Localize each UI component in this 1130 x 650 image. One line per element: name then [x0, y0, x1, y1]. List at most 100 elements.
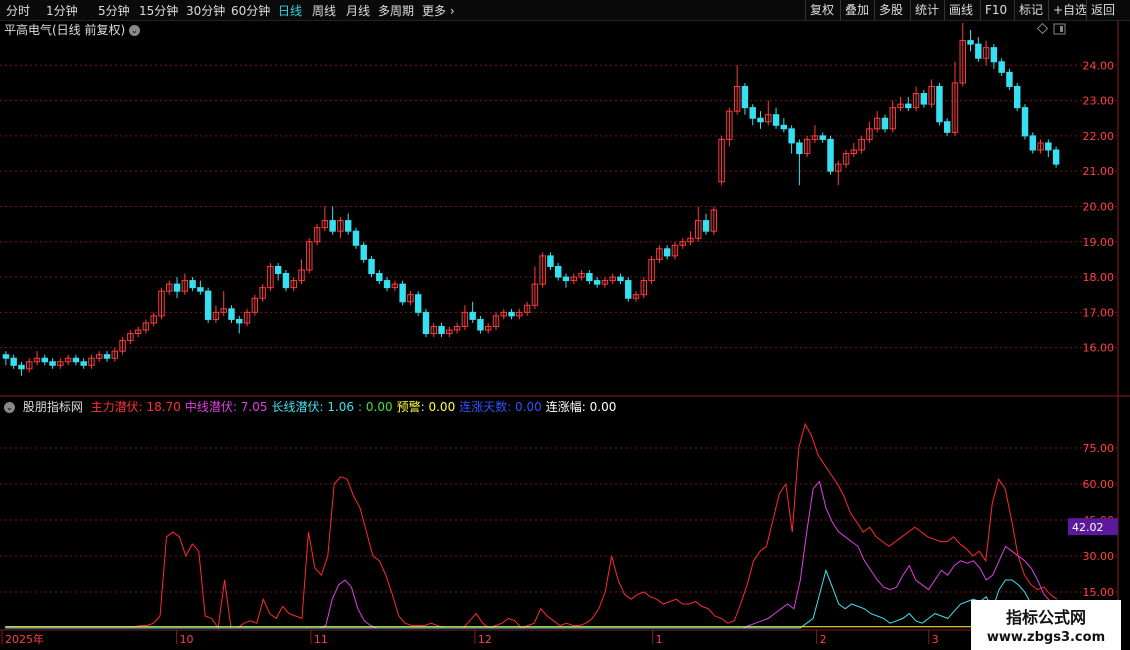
candle-down — [103, 354, 111, 359]
candle-down — [282, 273, 290, 289]
watermark-url: www.zbgs3.com — [986, 630, 1106, 645]
candle-down — [749, 107, 756, 119]
price-tick-label: 16.00 — [1083, 342, 1115, 355]
indicator-value-item: : 0.00 — [358, 400, 393, 414]
indicator-tick-label: 15.00 — [1083, 586, 1115, 599]
diamond-icon[interactable] — [1036, 22, 1049, 35]
candle-down — [469, 311, 476, 320]
candle-down — [80, 361, 87, 366]
indicator-value-item: 预警: 0.00 — [396, 400, 456, 414]
watermark-title: 指标公式网 — [1005, 608, 1086, 627]
candle-down — [477, 318, 484, 331]
candle-down — [547, 255, 554, 267]
time-axis-label: 2025年 — [5, 632, 44, 646]
candle-down — [2, 354, 10, 359]
candle-down — [827, 138, 834, 172]
candle-down — [41, 357, 49, 363]
mid-term-line — [5, 480, 1058, 629]
candle-down — [360, 244, 367, 260]
candle-down — [189, 280, 196, 289]
time-axis-label: 12 — [478, 633, 492, 646]
candle-down — [383, 280, 391, 289]
candle-down — [772, 114, 780, 126]
price-tick-label: 18.00 — [1083, 271, 1115, 284]
price-tick-label: 21.00 — [1083, 165, 1115, 178]
candle-down — [204, 290, 212, 320]
indicator-value-item: 连涨天数: 0.00 — [459, 400, 542, 414]
candle-down — [1052, 149, 1060, 165]
candle-down — [881, 117, 889, 130]
candle-down — [943, 121, 951, 133]
candle-down — [376, 273, 383, 282]
candle-down — [1021, 107, 1029, 137]
current-value-label: 42.02 — [1072, 521, 1104, 534]
indicator-value-item: 中线潜伏: 7.05 — [184, 400, 268, 414]
candle-down — [780, 124, 788, 130]
time-axis-label: 11 — [314, 633, 328, 646]
candle-down — [274, 265, 282, 275]
candle-down — [990, 47, 998, 63]
price-tick-label: 19.00 — [1083, 236, 1115, 249]
candle-down — [920, 93, 928, 105]
indicator-value-item: 主力潜伏: 18.70 — [90, 400, 181, 414]
indicator-tick-label: 60.00 — [1083, 478, 1115, 491]
time-axis-label: 2 — [820, 633, 827, 646]
candle-down — [508, 311, 515, 317]
candle-down — [1029, 135, 1036, 151]
candle-down — [228, 308, 235, 320]
chart-svg[interactable]: 24.00 23.00 22.00 21.00 20.00 19.00 18.00 17.00… — [0, 0, 1130, 650]
candle-down — [905, 103, 912, 109]
candle-down — [49, 361, 56, 366]
candle-down — [788, 128, 795, 144]
candle-down — [10, 357, 17, 366]
candle-down — [422, 311, 430, 335]
price-tick-label: 22.00 — [1083, 130, 1115, 143]
candle-down — [1013, 85, 1021, 109]
price-tick-label: 24.00 — [1083, 59, 1115, 72]
price-tick-label: 17.00 — [1083, 306, 1115, 319]
candle-down — [1006, 71, 1013, 87]
candle-down — [586, 273, 593, 282]
candle-down — [998, 61, 1005, 73]
price-tick-label: 20.00 — [1083, 200, 1115, 213]
watermark: 指标公式网 www.zbgs3.com — [971, 600, 1121, 650]
candle-down — [236, 318, 243, 324]
candle-down — [796, 142, 803, 155]
time-axis-label: 3 — [932, 633, 939, 646]
chevron-down-icon[interactable]: ⌄ — [4, 402, 15, 413]
candle-down — [368, 258, 375, 275]
candle-down — [197, 287, 204, 292]
candle-down — [562, 276, 570, 282]
candle-down — [967, 40, 974, 45]
candle-down — [757, 117, 764, 123]
indicator-value-item: 长线潜伏: 1.06 — [271, 400, 355, 414]
candle-down — [663, 248, 671, 257]
main-force-line — [5, 422, 1058, 630]
candle-down — [352, 230, 360, 246]
candle-down — [617, 276, 624, 282]
candle-down — [555, 265, 562, 278]
candle-down — [936, 85, 943, 123]
panel-toggle-icon[interactable] — [1053, 23, 1066, 35]
time-axis-label: 1 — [656, 633, 663, 646]
candle-down — [1045, 142, 1052, 151]
time-axis-label: 10 — [180, 633, 194, 646]
candle-down — [625, 280, 632, 299]
candle-down — [702, 220, 710, 232]
candle-down — [329, 220, 336, 232]
candle-down — [975, 43, 982, 59]
indicator-name: 股朋指标网 — [22, 400, 83, 414]
candle-down — [741, 85, 749, 109]
candle-down — [399, 283, 406, 303]
indicator-tick-label: 75.00 — [1083, 442, 1115, 455]
candle-down — [173, 283, 181, 292]
indicator-tick-label: 30.00 — [1083, 550, 1115, 563]
candle-down — [18, 364, 25, 370]
candle-down — [593, 280, 601, 285]
indicator-bar: ⌄ 股朋指标网 主力潜伏: 18.70 中线潜伏: 7.05 长线潜伏: 1.06:… — [4, 398, 624, 415]
candle-down — [819, 135, 826, 140]
candle-down — [438, 325, 445, 335]
price-tick-label: 23.00 — [1083, 95, 1115, 108]
candle-down — [414, 294, 422, 313]
indicator-values: 主力潜伏: 18.70 中线潜伏: 7.05 长线潜伏: 1.06: 0.00 预警:… — [91, 400, 621, 414]
